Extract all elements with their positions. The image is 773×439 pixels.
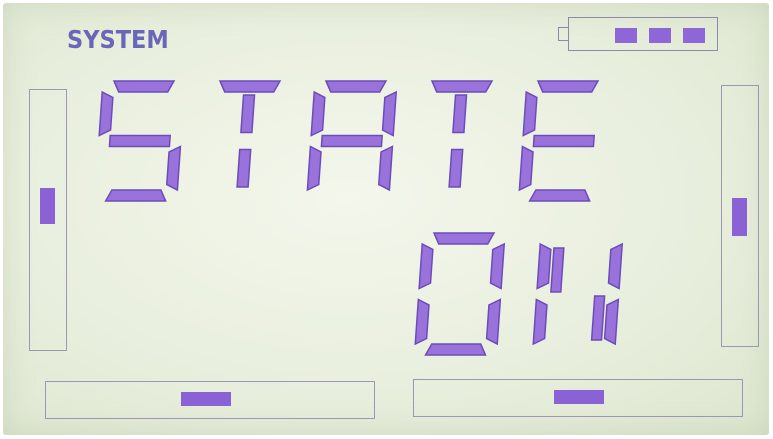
segment bbox=[236, 148, 252, 188]
segment bbox=[532, 298, 548, 346]
segment bbox=[414, 298, 430, 346]
bottom-right-indicator bbox=[413, 379, 743, 417]
bottom-right-marker bbox=[554, 390, 604, 404]
segment-char-n bbox=[532, 242, 624, 346]
left-vertical-marker bbox=[40, 188, 55, 224]
segment-char-a bbox=[306, 80, 398, 192]
segment bbox=[448, 148, 464, 188]
segment bbox=[528, 189, 591, 202]
bottom-left-indicator bbox=[45, 381, 375, 419]
segment-char-o bbox=[414, 232, 506, 356]
segment bbox=[112, 80, 176, 93]
right-vertical-indicator bbox=[721, 85, 759, 347]
lcd-screen: SYSTEM bbox=[3, 3, 769, 435]
segment-char-s bbox=[98, 80, 182, 202]
segment-display-svg bbox=[98, 80, 624, 356]
display-line-2 bbox=[414, 232, 624, 356]
segment bbox=[536, 80, 600, 93]
segment bbox=[590, 295, 606, 341]
segment bbox=[377, 145, 394, 192]
segment bbox=[104, 189, 167, 202]
segment bbox=[320, 134, 383, 148]
segment bbox=[218, 80, 282, 93]
segment bbox=[310, 90, 326, 137]
segment bbox=[165, 145, 182, 192]
segment bbox=[418, 242, 434, 290]
bottom-left-marker bbox=[181, 392, 231, 406]
segment bbox=[108, 134, 171, 148]
segment bbox=[432, 232, 496, 245]
segment bbox=[485, 298, 502, 346]
segment bbox=[532, 134, 595, 148]
segment bbox=[381, 90, 398, 137]
segment-char-e bbox=[518, 80, 600, 202]
segment-char-t bbox=[430, 80, 494, 188]
left-vertical-indicator bbox=[29, 89, 67, 351]
display-line-1 bbox=[98, 80, 600, 202]
right-vertical-marker bbox=[732, 198, 747, 236]
segment bbox=[603, 298, 620, 346]
segment bbox=[489, 242, 506, 290]
segment bbox=[536, 242, 552, 290]
segment bbox=[430, 80, 494, 93]
segment bbox=[518, 145, 534, 192]
segment bbox=[306, 145, 322, 192]
segment bbox=[240, 94, 256, 134]
segment-char-t bbox=[218, 80, 282, 188]
segment bbox=[98, 90, 114, 137]
segment bbox=[452, 94, 468, 134]
segment bbox=[324, 80, 388, 93]
segment bbox=[522, 90, 538, 137]
segment bbox=[424, 343, 487, 356]
segment bbox=[607, 242, 624, 290]
segment bbox=[550, 247, 565, 293]
